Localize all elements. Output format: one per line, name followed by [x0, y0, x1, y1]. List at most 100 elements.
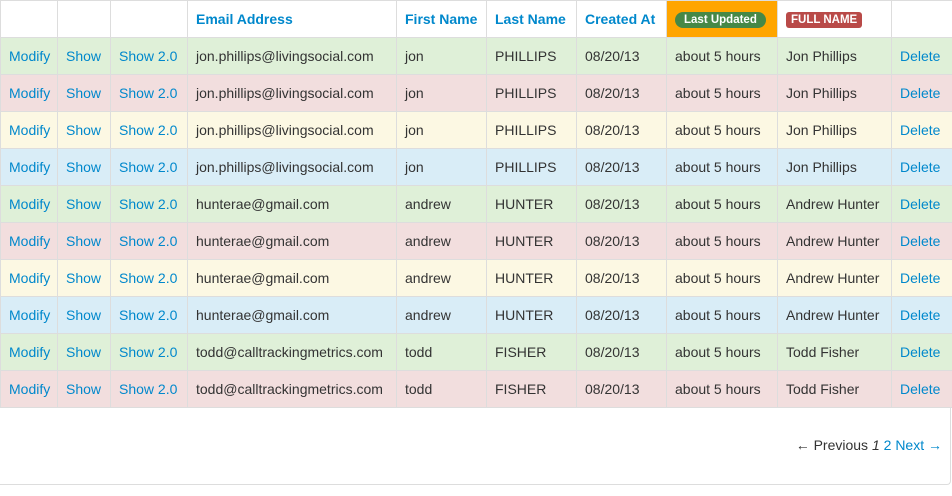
email-cell: hunterae@gmail.com	[187, 259, 397, 297]
first-name-cell: todd	[396, 370, 487, 408]
show-link[interactable]: Show	[66, 48, 101, 64]
last-name-cell: HUNTER	[486, 296, 577, 334]
header-email[interactable]: Email Address	[187, 0, 397, 38]
modify-link[interactable]: Modify	[9, 85, 50, 101]
first-name-cell: andrew	[396, 259, 487, 297]
show-2-link[interactable]: Show 2.0	[119, 381, 177, 397]
header-row: Email Address First Name Last Name Creat…	[0, 0, 952, 38]
header-empty	[0, 0, 58, 38]
show-cell: Show	[57, 74, 111, 112]
created-at-cell: 08/20/13	[576, 148, 667, 186]
show-link[interactable]: Show	[66, 233, 101, 249]
delete-link[interactable]: Delete	[900, 233, 940, 249]
last-updated-cell: about 5 hours	[666, 148, 778, 186]
delete-link[interactable]: Delete	[900, 270, 940, 286]
table-row: Modify Show Show 2.0 jon.phillips@livingsoc…	[0, 148, 952, 186]
show-2-link[interactable]: Show 2.0	[119, 196, 177, 212]
table-row: Modify Show Show 2.0 jon.phillips@livingsoc…	[0, 37, 952, 75]
show-cell: Show	[57, 148, 111, 186]
last-name-cell: HUNTER	[486, 222, 577, 260]
show-2-link[interactable]: Show 2.0	[119, 270, 177, 286]
modify-cell: Modify	[0, 333, 58, 371]
created-at-cell: 08/20/13	[576, 259, 667, 297]
delete-link[interactable]: Delete	[900, 159, 940, 175]
modify-cell: Modify	[0, 222, 58, 260]
last-updated-cell: about 5 hours	[666, 370, 778, 408]
header-full-name: FULL NAME	[777, 0, 892, 38]
show-2-link[interactable]: Show 2.0	[119, 307, 177, 323]
page-2-link[interactable]: 2	[884, 437, 892, 453]
first-name-cell: todd	[396, 333, 487, 371]
email-cell: jon.phillips@livingsocial.com	[187, 148, 397, 186]
modify-link[interactable]: Modify	[9, 381, 50, 397]
delete-link[interactable]: Delete	[900, 381, 940, 397]
show-link[interactable]: Show	[66, 270, 101, 286]
last-name-cell: HUNTER	[486, 259, 577, 297]
show-link[interactable]: Show	[66, 196, 101, 212]
last-name-cell: FISHER	[486, 370, 577, 408]
email-cell: hunterae@gmail.com	[187, 185, 397, 223]
delete-link[interactable]: Delete	[900, 344, 940, 360]
show-2-link[interactable]: Show 2.0	[119, 85, 177, 101]
last-updated-badge: Last Updated	[675, 12, 766, 28]
modify-link[interactable]: Modify	[9, 196, 50, 212]
last-name-cell: PHILLIPS	[486, 111, 577, 149]
header-last-name[interactable]: Last Name	[486, 0, 577, 38]
show-2-link[interactable]: Show 2.0	[119, 344, 177, 360]
show-2-link[interactable]: Show 2.0	[119, 233, 177, 249]
last-updated-cell: about 5 hours	[666, 74, 778, 112]
header-empty	[57, 0, 111, 38]
show-2-cell: Show 2.0	[110, 333, 188, 371]
last-updated-cell: about 5 hours	[666, 185, 778, 223]
header-last-updated[interactable]: Last Updated	[666, 0, 778, 38]
header-created-at[interactable]: Created At	[576, 0, 667, 38]
modify-link[interactable]: Modify	[9, 270, 50, 286]
users-table: Email Address First Name Last Name Creat…	[0, 0, 952, 408]
last-name-cell: PHILLIPS	[486, 37, 577, 75]
delete-cell: Delete	[891, 259, 952, 297]
show-link[interactable]: Show	[66, 307, 101, 323]
show-link[interactable]: Show	[66, 159, 101, 175]
created-at-cell: 08/20/13	[576, 222, 667, 260]
show-2-link[interactable]: Show 2.0	[119, 48, 177, 64]
last-updated-cell: about 5 hours	[666, 222, 778, 260]
show-link[interactable]: Show	[66, 344, 101, 360]
modify-link[interactable]: Modify	[9, 307, 50, 323]
delete-link[interactable]: Delete	[900, 196, 940, 212]
email-cell: jon.phillips@livingsocial.com	[187, 111, 397, 149]
full-name-cell: Jon Phillips	[777, 74, 892, 112]
show-2-cell: Show 2.0	[110, 37, 188, 75]
show-2-cell: Show 2.0	[110, 185, 188, 223]
modify-cell: Modify	[0, 296, 58, 334]
table-row: Modify Show Show 2.0 hunterae@gmail.com andr…	[0, 222, 952, 260]
delete-link[interactable]: Delete	[900, 48, 940, 64]
next-link[interactable]: Next →	[895, 437, 942, 453]
show-2-link[interactable]: Show 2.0	[119, 159, 177, 175]
delete-cell: Delete	[891, 333, 952, 371]
modify-link[interactable]: Modify	[9, 233, 50, 249]
delete-link[interactable]: Delete	[900, 307, 940, 323]
modify-link[interactable]: Modify	[9, 159, 50, 175]
table-container: Email Address First Name Last Name Creat…	[0, 0, 952, 485]
show-2-cell: Show 2.0	[110, 222, 188, 260]
show-link[interactable]: Show	[66, 85, 101, 101]
delete-cell: Delete	[891, 148, 952, 186]
header-first-name[interactable]: First Name	[396, 0, 487, 38]
modify-cell: Modify	[0, 370, 58, 408]
full-name-cell: Andrew Hunter	[777, 259, 892, 297]
modify-cell: Modify	[0, 111, 58, 149]
last-name-cell: PHILLIPS	[486, 148, 577, 186]
delete-link[interactable]: Delete	[900, 122, 940, 138]
modify-cell: Modify	[0, 37, 58, 75]
delete-link[interactable]: Delete	[900, 85, 940, 101]
modify-link[interactable]: Modify	[9, 48, 50, 64]
show-2-link[interactable]: Show 2.0	[119, 122, 177, 138]
first-name-cell: jon	[396, 37, 487, 75]
full-name-cell: Jon Phillips	[777, 37, 892, 75]
show-link[interactable]: Show	[66, 381, 101, 397]
show-cell: Show	[57, 333, 111, 371]
modify-link[interactable]: Modify	[9, 122, 50, 138]
show-link[interactable]: Show	[66, 122, 101, 138]
full-name-cell: Todd Fisher	[777, 333, 892, 371]
modify-link[interactable]: Modify	[9, 344, 50, 360]
